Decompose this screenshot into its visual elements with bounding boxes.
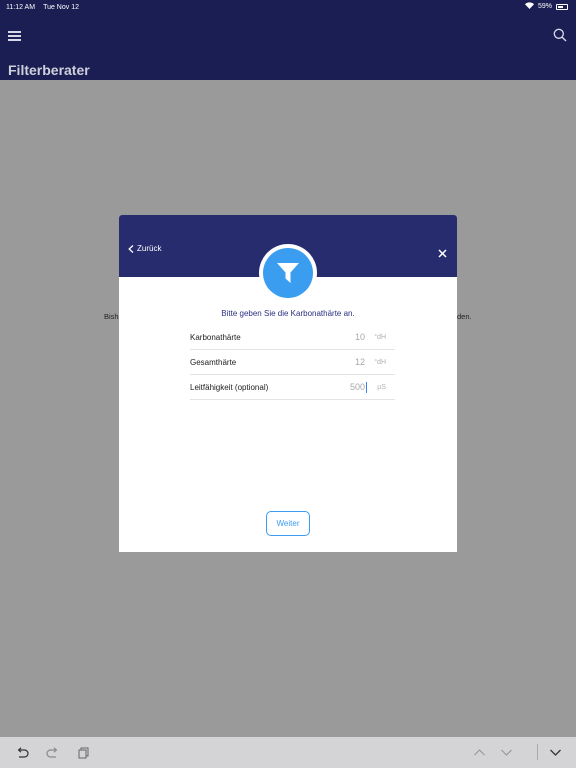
conductivity-unit: µS <box>377 383 386 391</box>
background-text-right: den. <box>457 312 472 321</box>
battery-percent: 59% <box>537 3 552 10</box>
chevron-down-icon[interactable] <box>500 746 513 759</box>
back-label: Zurück <box>137 244 162 253</box>
toolbar-divider <box>537 744 538 760</box>
filter-advisor-modal: Zurück Bitte geben Sie die Karbonathärte… <box>119 215 457 552</box>
filter-icon <box>277 263 299 283</box>
hamburger-menu-icon[interactable] <box>8 31 21 41</box>
total-hardness-label: Gesamthärte <box>190 357 237 367</box>
total-hardness-input[interactable] <box>305 357 365 367</box>
chevron-up-icon[interactable] <box>473 746 486 759</box>
page-title: Filterberater <box>8 62 90 78</box>
carbonate-hardness-row: Karbonathärte °dH <box>190 325 395 350</box>
chevron-left-icon <box>128 244 134 253</box>
back-button[interactable]: Zurück <box>128 244 161 253</box>
carbonate-hardness-label: Karbonathärte <box>190 332 241 342</box>
status-indicators: 59% <box>524 2 568 11</box>
search-icon[interactable] <box>553 28 567 42</box>
prompt-text: Bitte geben Sie die Karbonathärte an. <box>221 309 355 318</box>
water-values-form: Karbonathärte °dH Gesamthärte °dH Leitfä… <box>190 325 395 400</box>
total-hardness-row: Gesamthärte °dH <box>190 350 395 375</box>
close-icon <box>438 249 447 258</box>
dismiss-keyboard-icon[interactable] <box>549 746 562 759</box>
conductivity-label: Leitfähigkeit (optional) <box>190 382 269 392</box>
carbonate-hardness-unit: °dH <box>374 333 386 341</box>
close-button[interactable] <box>438 245 447 258</box>
carbonate-hardness-input[interactable] <box>305 332 365 342</box>
text-cursor <box>365 382 367 393</box>
paste-icon[interactable] <box>77 746 90 759</box>
background-text-left: Bish <box>104 312 119 321</box>
conductivity-row: Leitfähigkeit (optional) µS <box>190 375 395 400</box>
status-bar: 11:12 AM Tue Nov 12 59% <box>0 0 576 14</box>
filter-badge <box>259 244 317 302</box>
battery-icon <box>556 3 568 10</box>
undo-icon[interactable] <box>16 746 29 759</box>
next-button[interactable]: Weiter <box>266 511 310 536</box>
total-hardness-unit: °dH <box>374 358 386 366</box>
status-date: Tue Nov 12 <box>43 3 79 11</box>
wifi-icon <box>524 2 534 11</box>
conductivity-input[interactable] <box>305 382 365 392</box>
app-header: Filterberater <box>0 14 576 80</box>
redo-icon[interactable] <box>46 746 59 759</box>
keyboard-toolbar <box>0 737 576 768</box>
status-time: 11:12 AM <box>6 3 36 11</box>
